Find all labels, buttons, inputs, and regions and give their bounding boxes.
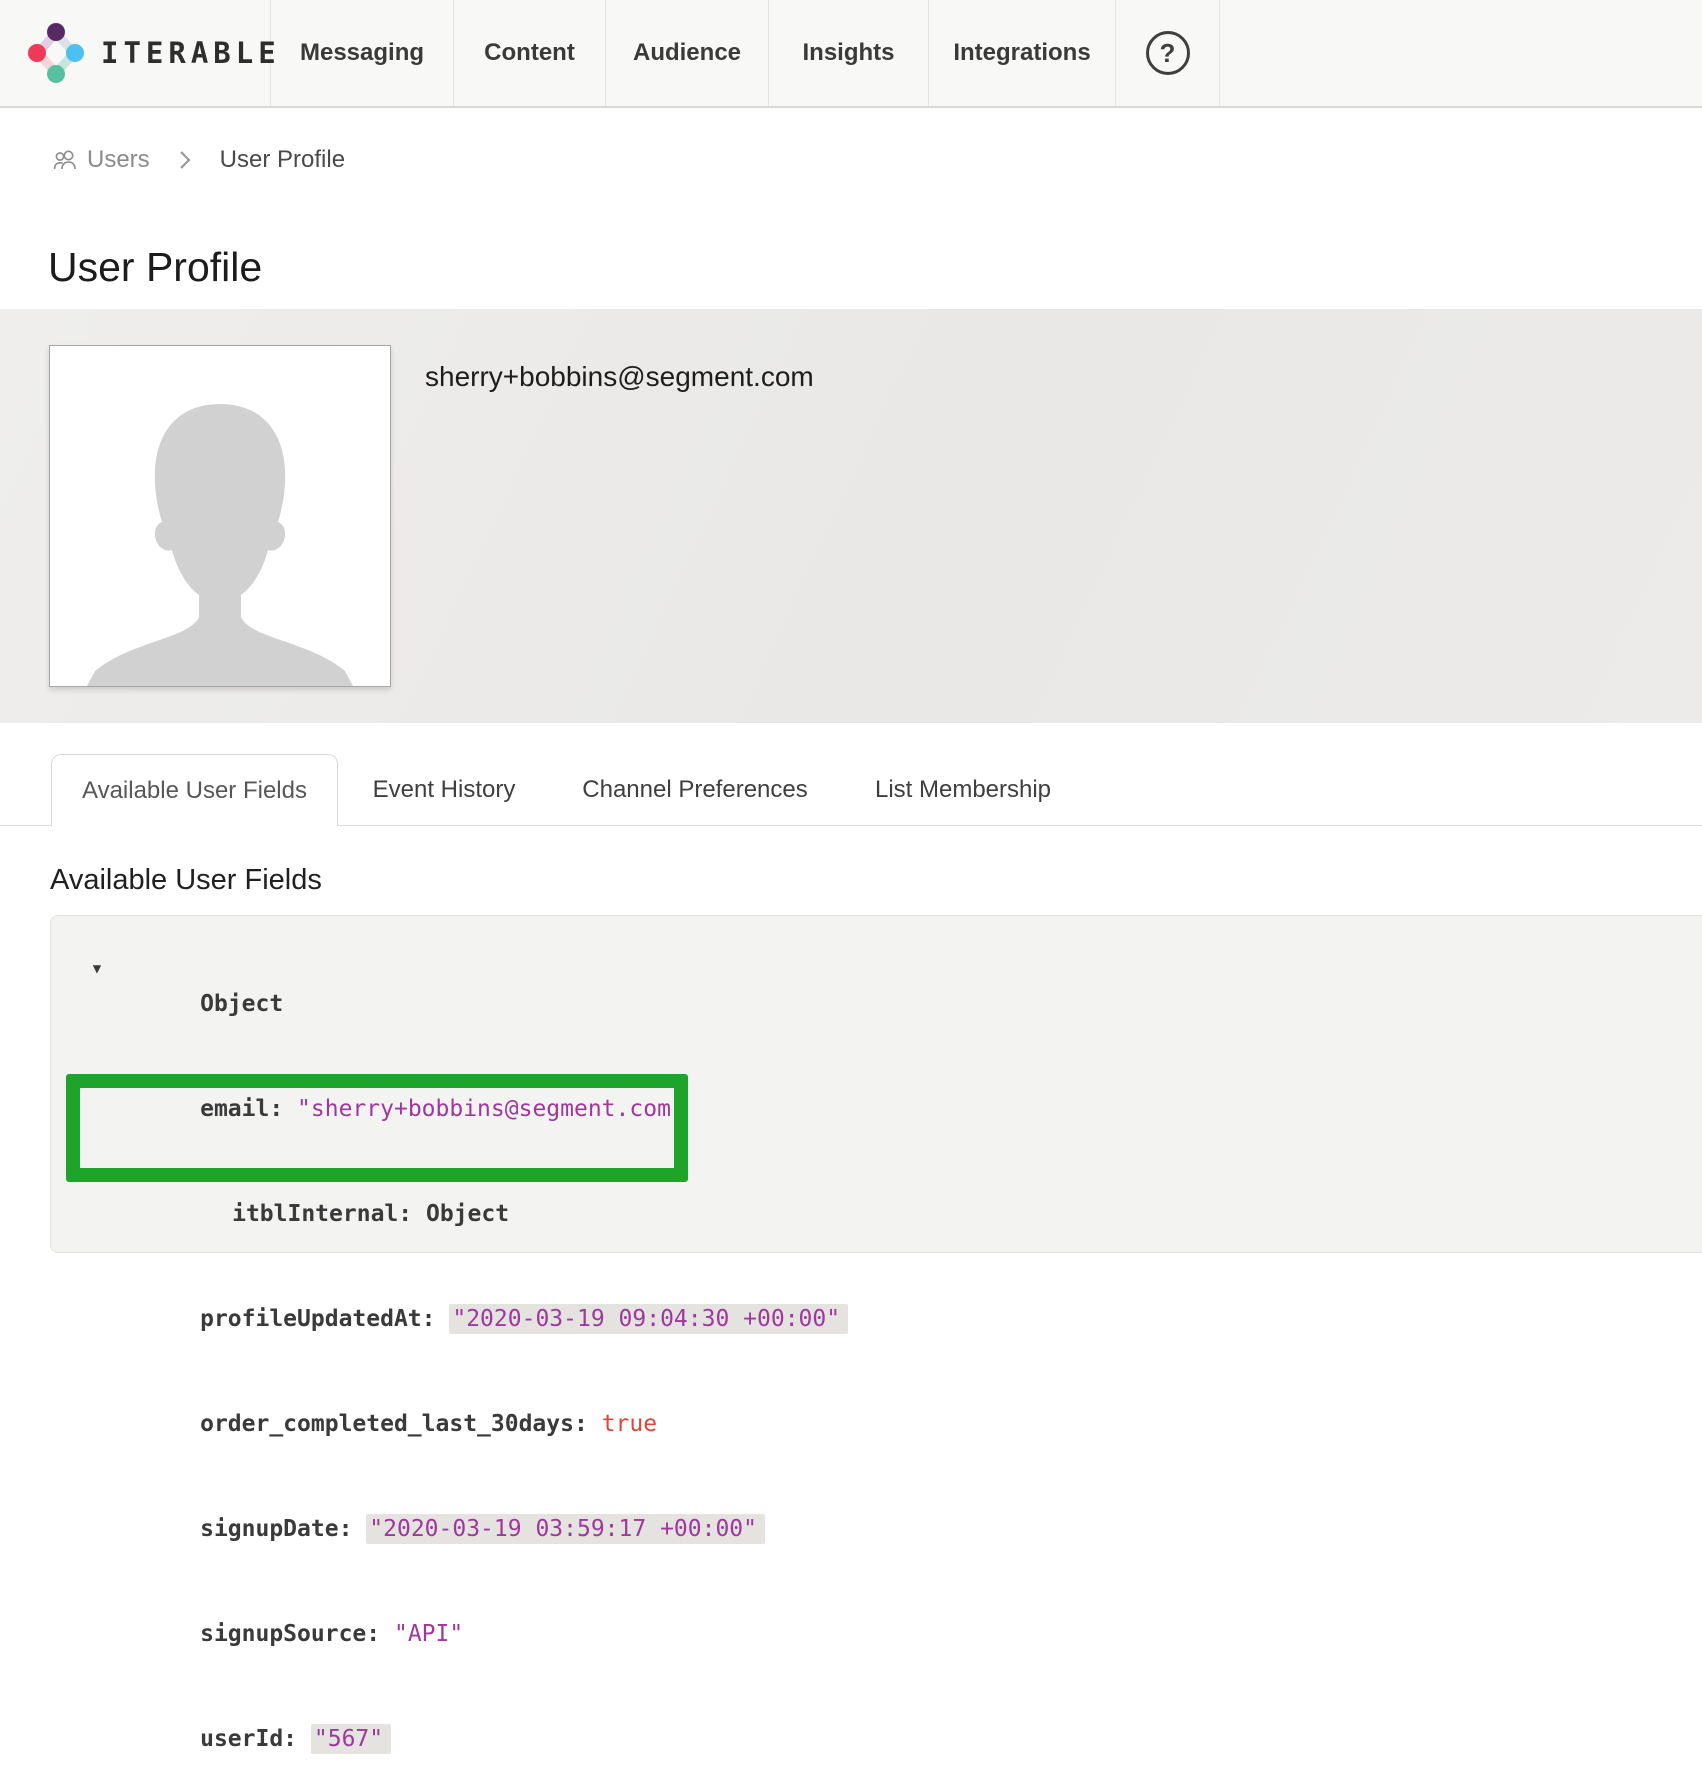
field-row-itblinternal: ► itblInternal: Object (81, 1162, 1702, 1267)
field-key: signupSource: (200, 1621, 380, 1647)
field-row-order-completed-last-30days: order_completed_last_30days: true (81, 1372, 1702, 1477)
nav-item-content[interactable]: Content (454, 0, 606, 106)
section-heading: Available User Fields (50, 864, 322, 897)
field-row-userid: userId: "567" (81, 1687, 1702, 1792)
breadcrumb-current: User Profile (220, 146, 345, 174)
field-value: "2020-03-19 03:59:17 +00:00" (366, 1514, 765, 1544)
tab-event-history[interactable]: Event History (370, 754, 518, 826)
users-icon (51, 148, 79, 172)
field-key: itblInternal: (232, 1201, 412, 1227)
profile-tabs: Available User Fields Event History Chan… (0, 754, 1702, 826)
avatar (49, 345, 391, 687)
profile-hero: sherry+bobbins@segment.com (0, 309, 1702, 723)
field-value: "567" (311, 1724, 391, 1754)
nav-item-audience[interactable]: Audience (606, 0, 769, 106)
field-row-signupdate: signupDate: "2020-03-19 03:59:17 +00:00" (81, 1477, 1702, 1582)
help-question-icon: ? (1146, 31, 1190, 75)
field-value: "2020-03-19 09:04:30 +00:00" (449, 1304, 848, 1334)
user-fields-json-tree: ▼ Object email: "sherry+bobbins@segment.c… (51, 916, 1702, 1792)
expand-collapse-triangle-icon[interactable]: ► (115, 1162, 143, 1197)
field-key: email: (200, 1096, 283, 1122)
nav-item-messaging[interactable]: Messaging (271, 0, 454, 106)
nav-item-integrations[interactable]: Integrations (929, 0, 1116, 106)
tab-label: List Membership (875, 776, 1051, 804)
tab-list-membership[interactable]: List Membership (868, 754, 1058, 826)
field-key: userId: (200, 1726, 297, 1752)
brand-logo[interactable]: ITERABLE (0, 0, 271, 106)
nav-item-insights[interactable]: Insights (769, 0, 929, 106)
tab-label: Available User Fields (82, 777, 307, 805)
field-value: Object (426, 1201, 509, 1227)
page-title: User Profile (48, 244, 262, 291)
field-value: "API" (394, 1621, 463, 1647)
tab-label: Channel Preferences (582, 776, 807, 804)
field-key: order_completed_last_30days: (200, 1411, 588, 1437)
user-fields-panel: ▼ Object email: "sherry+bobbins@segment.c… (50, 915, 1702, 1253)
profile-email: sherry+bobbins@segment.com (425, 361, 814, 393)
chevron-right-icon (178, 149, 192, 171)
nav-item-label: Audience (633, 39, 741, 67)
expand-collapse-triangle-icon[interactable]: ▼ (83, 952, 111, 987)
field-value: "sherry+bobbins@segment.com" (297, 1096, 685, 1122)
tab-label: Event History (373, 776, 516, 804)
nav-item-label: Messaging (300, 39, 424, 67)
field-row-profileupdatedat: profileUpdatedAt: "2020-03-19 09:04:30 +… (81, 1267, 1702, 1372)
nav-item-label: Integrations (953, 39, 1090, 67)
field-row-email: email: "sherry+bobbins@segment.com" (81, 1057, 1702, 1162)
root-object-label: Object (200, 991, 283, 1017)
breadcrumb-users-link[interactable]: Users (51, 146, 150, 174)
breadcrumb-users-label: Users (87, 146, 150, 174)
field-key: signupDate: (200, 1516, 352, 1542)
iterable-diamond-logo-icon (25, 22, 87, 84)
top-nav: ITERABLE Messaging Content Audience Insi… (0, 0, 1702, 108)
field-row-signupsource: signupSource: "API" (81, 1582, 1702, 1687)
brand-name: ITERABLE (101, 36, 281, 70)
tab-available-user-fields[interactable]: Available User Fields (51, 754, 338, 826)
nav-item-label: Content (484, 39, 575, 67)
field-key: profileUpdatedAt: (200, 1306, 435, 1332)
field-value: true (602, 1411, 657, 1437)
person-silhouette-icon (50, 673, 390, 687)
nav-item-label: Insights (802, 39, 894, 67)
tab-channel-preferences[interactable]: Channel Preferences (577, 754, 813, 826)
help-button[interactable]: ? (1116, 0, 1220, 106)
breadcrumb: Users User Profile (51, 146, 345, 174)
tree-root-row: ▼ Object (81, 952, 1702, 1057)
